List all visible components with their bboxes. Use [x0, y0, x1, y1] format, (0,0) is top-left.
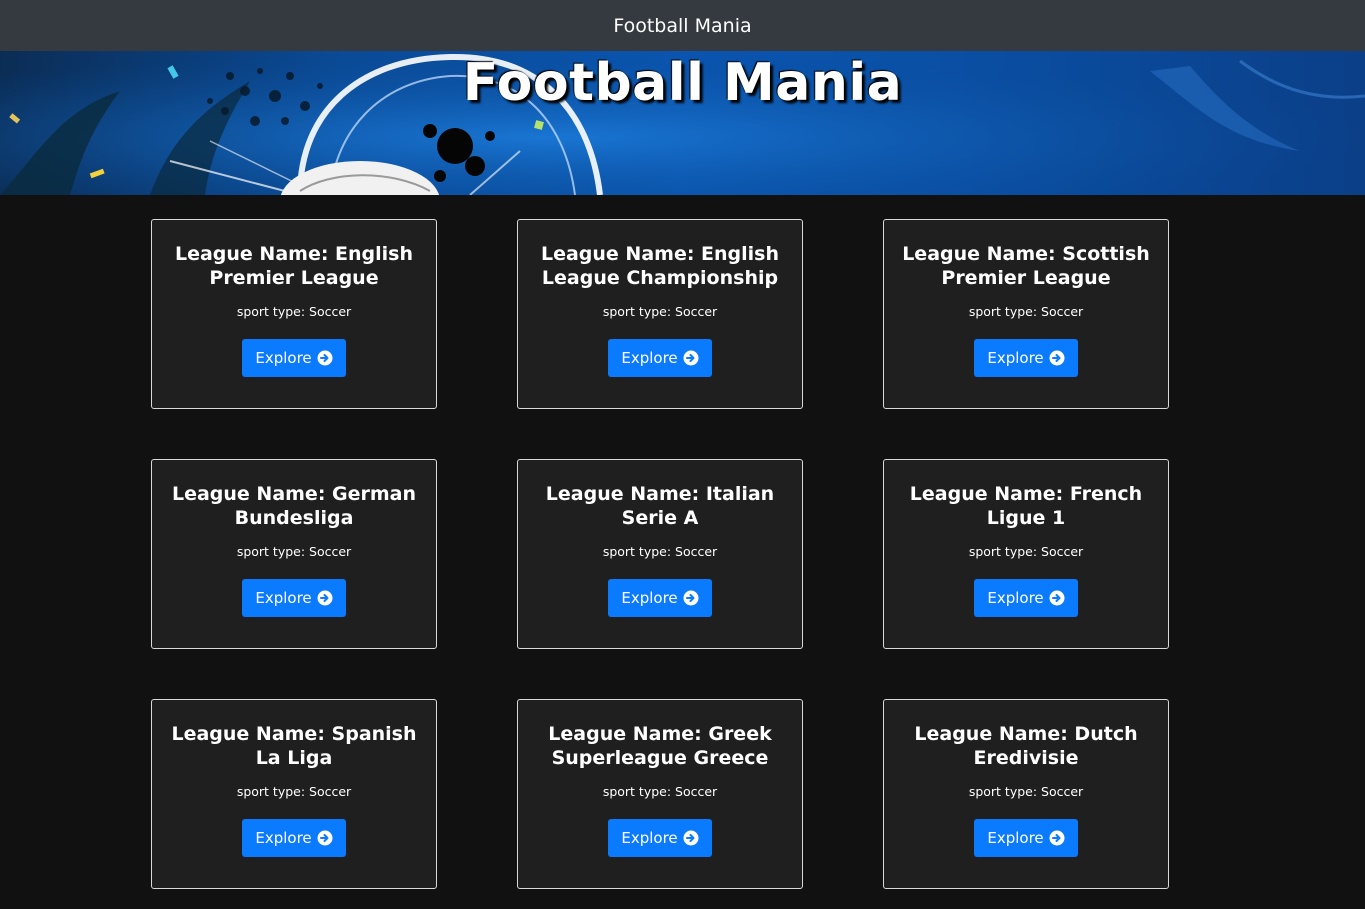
explore-label: Explore [621, 829, 678, 847]
explore-label: Explore [621, 589, 678, 607]
explore-button[interactable]: Explore [608, 579, 712, 617]
explore-label: Explore [987, 589, 1044, 607]
hero-banner: Football Mania [0, 51, 1365, 195]
arrow-circle-right-icon [1049, 830, 1065, 846]
league-card: League Name: German Bundesliga sport type… [151, 459, 437, 649]
arrow-circle-right-icon [683, 350, 699, 366]
explore-label: Explore [987, 829, 1044, 847]
sport-type: sport type: Soccer [602, 304, 718, 319]
league-card: League Name: English Premier League sport… [151, 219, 437, 409]
league-name: League Name: Greek Superleague Greece [548, 723, 772, 769]
navbar-title[interactable]: Football Mania [613, 15, 751, 37]
arrow-circle-right-icon [317, 830, 333, 846]
league-name: League Name: English Premier League [174, 243, 414, 289]
explore-label: Explore [621, 349, 678, 367]
arrow-circle-right-icon [683, 590, 699, 606]
explore-button[interactable]: Explore [974, 819, 1078, 857]
league-card: League Name: Italian Serie A sport type: … [517, 459, 803, 649]
league-name: League Name: Scottish Premier League [902, 243, 1150, 289]
arrow-circle-right-icon [1049, 590, 1065, 606]
arrow-circle-right-icon [683, 830, 699, 846]
hero-title: Football Mania [462, 53, 903, 113]
sport-type: sport type: Soccer [968, 544, 1084, 559]
arrow-circle-right-icon [1049, 350, 1065, 366]
explore-label: Explore [255, 589, 312, 607]
navbar: Football Mania [0, 0, 1365, 51]
explore-button[interactable]: Explore [974, 579, 1078, 617]
league-card: League Name: French Ligue 1 sport type: S… [883, 459, 1169, 649]
league-card: League Name: English League Championship… [517, 219, 803, 409]
explore-button[interactable]: Explore [242, 339, 346, 377]
league-name: League Name: German Bundesliga [171, 483, 417, 529]
sport-type: sport type: Soccer [236, 784, 352, 799]
sport-type: sport type: Soccer [968, 304, 1084, 319]
league-name: League Name: English League Championship [540, 243, 780, 289]
explore-label: Explore [255, 349, 312, 367]
sport-type: sport type: Soccer [602, 784, 718, 799]
sport-type: sport type: Soccer [236, 544, 352, 559]
explore-button[interactable]: Explore [974, 339, 1078, 377]
explore-label: Explore [987, 349, 1044, 367]
league-card: League Name: Spanish La Liga sport type: … [151, 699, 437, 889]
league-card: League Name: Scottish Premier League spor… [883, 219, 1169, 409]
explore-button[interactable]: Explore [242, 579, 346, 617]
explore-button[interactable]: Explore [608, 339, 712, 377]
league-name: League Name: Italian Serie A [545, 483, 775, 529]
league-name: League Name: Spanish La Liga [171, 723, 417, 769]
sport-type: sport type: Soccer [968, 784, 1084, 799]
explore-button[interactable]: Explore [608, 819, 712, 857]
league-card: League Name: Greek Superleague Greece spo… [517, 699, 803, 889]
league-name: League Name: Dutch Eredivisie [914, 723, 1138, 769]
sport-type: sport type: Soccer [236, 304, 352, 319]
arrow-circle-right-icon [317, 350, 333, 366]
sport-type: sport type: Soccer [602, 544, 718, 559]
league-card: League Name: Dutch Eredivisie sport type:… [883, 699, 1169, 889]
arrow-circle-right-icon [317, 590, 333, 606]
league-name: League Name: French Ligue 1 [909, 483, 1143, 529]
explore-button[interactable]: Explore [242, 819, 346, 857]
explore-label: Explore [255, 829, 312, 847]
